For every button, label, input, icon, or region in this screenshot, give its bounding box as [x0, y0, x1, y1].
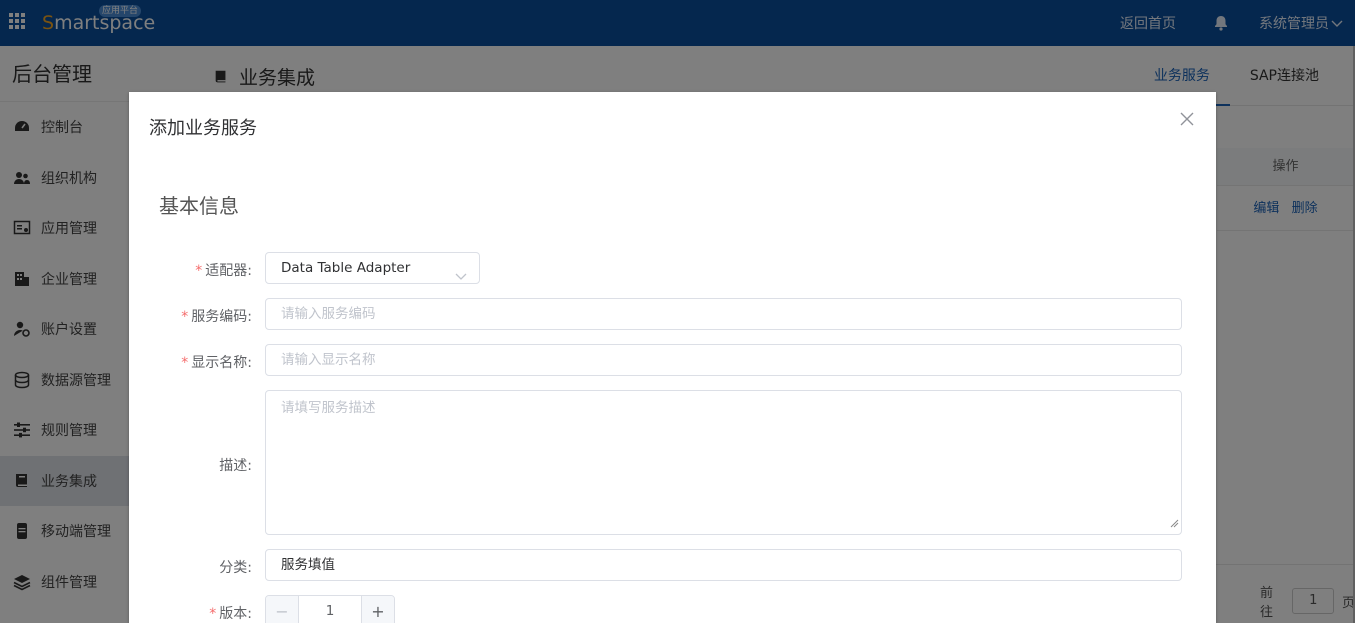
- adapter-label: * 适配器:: [195, 263, 252, 279]
- required-mark: *: [209, 606, 217, 622]
- category-label: 分类:: [219, 560, 252, 576]
- close-icon[interactable]: [1178, 110, 1196, 128]
- display-name-input[interactable]: 请输入显示名称: [265, 344, 1182, 376]
- service-code-label: * 服务编码:: [181, 309, 252, 325]
- service-code-input[interactable]: 请输入服务编码: [265, 298, 1182, 330]
- version-stepper: − 1 +: [265, 595, 395, 623]
- required-mark: *: [181, 355, 189, 371]
- description-textarea[interactable]: 请填写服务描述: [265, 390, 1182, 535]
- decrement-button[interactable]: −: [266, 596, 299, 623]
- adapter-select[interactable]: Data Table Adapter: [265, 252, 480, 284]
- category-input[interactable]: 服务填值: [265, 549, 1182, 581]
- version-value[interactable]: 1: [299, 596, 361, 623]
- increment-button[interactable]: +: [361, 596, 394, 623]
- dialog-title: 添加业务服务: [149, 118, 257, 139]
- description-placeholder: 请填写服务描述: [281, 400, 376, 416]
- resize-handle-icon[interactable]: [1170, 516, 1179, 532]
- display-name-label: * 显示名称:: [181, 355, 252, 371]
- section-title: 基本信息: [159, 194, 239, 218]
- chevron-down-icon: [455, 263, 467, 293]
- add-service-dialog: 添加业务服务 基本信息 * 适配器: Data Table Adapter * 服务…: [129, 92, 1216, 623]
- required-mark: *: [195, 263, 203, 279]
- version-label: * 版本:: [209, 606, 252, 622]
- adapter-select-value: Data Table Adapter: [281, 260, 411, 276]
- required-mark: *: [181, 309, 189, 325]
- description-label: 描述:: [219, 458, 252, 474]
